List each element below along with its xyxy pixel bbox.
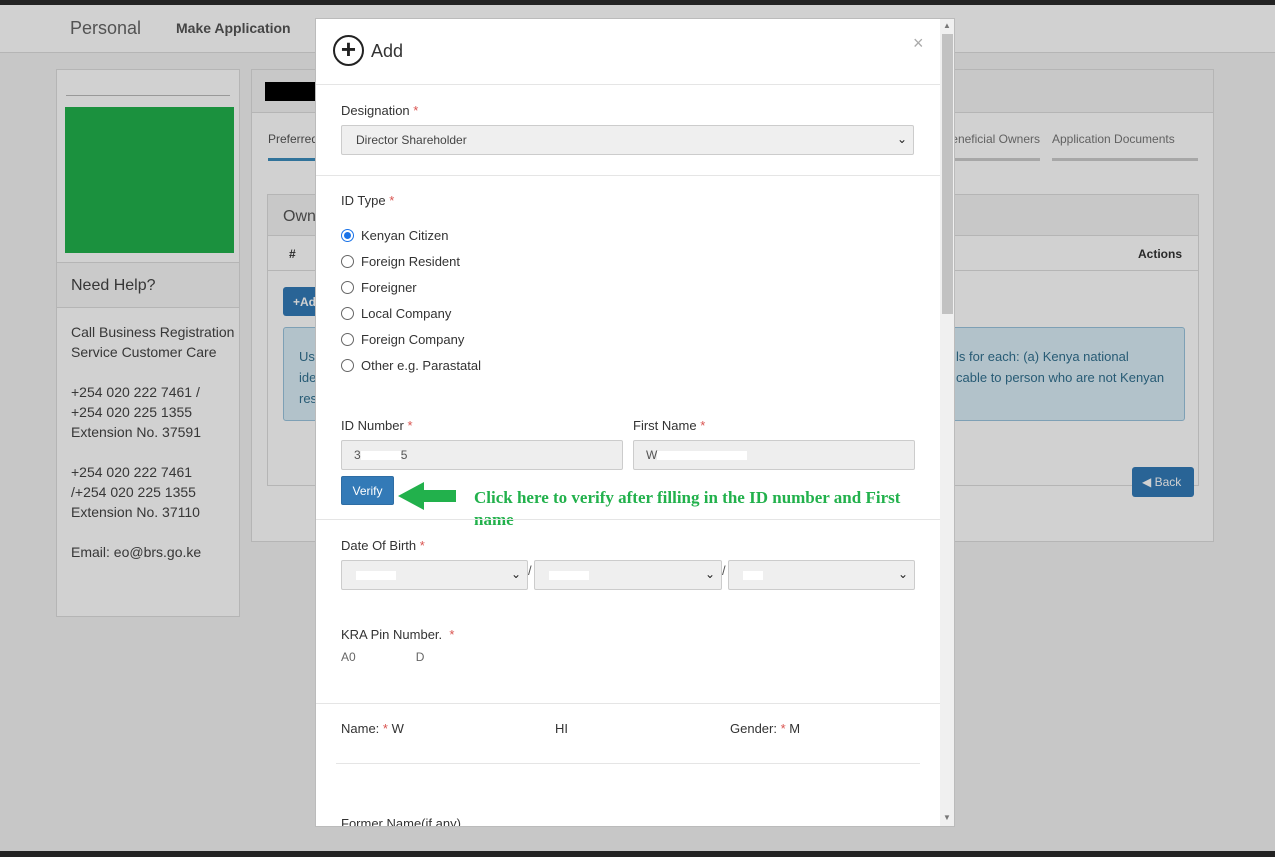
verify-button[interactable]: Verify — [341, 476, 394, 505]
gender-field: Gender: * M — [730, 721, 801, 736]
dob-label: Date Of Birth * — [341, 538, 425, 553]
dob-day-select[interactable]: ⌄ — [728, 560, 915, 590]
chevron-down-icon: ⌄ — [510, 567, 521, 581]
radio-icon[interactable] — [341, 359, 354, 372]
modal-header: + Add × — [316, 19, 940, 85]
dob-month-select[interactable]: ⌄ — [534, 560, 722, 590]
scroll-down-icon[interactable]: ▼ — [943, 813, 951, 822]
verify-annotation: Click here to verify after filling in th… — [474, 488, 901, 529]
redaction-mask — [549, 571, 589, 580]
name-field: Name: * W — [341, 721, 404, 736]
redaction-mask — [360, 451, 401, 460]
radio-icon[interactable] — [341, 307, 354, 320]
id-number-input[interactable]: 35 — [341, 440, 623, 470]
id-type-label: ID Type * — [341, 193, 395, 208]
redaction-mask — [743, 571, 763, 580]
kra-pin-value: A0 D — [341, 650, 425, 664]
radio-icon[interactable] — [341, 281, 354, 294]
chevron-down-icon: ⌄ — [704, 567, 715, 581]
radio-kenyan-citizen[interactable]: Kenyan Citizen — [341, 228, 448, 243]
add-circle-icon: + — [333, 35, 364, 66]
radio-local-company[interactable]: Local Company — [341, 306, 451, 321]
section-divider — [316, 519, 940, 520]
chevron-down-icon: ⌄ — [897, 567, 908, 581]
modal-title: Add — [371, 41, 404, 61]
chevron-down-icon: ⌄ — [896, 132, 907, 146]
name-field-mid: HI — [555, 721, 568, 736]
date-separator: / — [722, 563, 726, 578]
date-separator: / — [528, 563, 532, 578]
kra-pin-label: KRA Pin Number. * — [341, 627, 455, 642]
radio-foreign-resident[interactable]: Foreign Resident — [341, 254, 460, 269]
designation-select[interactable]: Director Shareholder ⌄ — [341, 125, 914, 155]
close-icon[interactable]: × — [913, 33, 924, 54]
redaction-mask — [356, 571, 396, 580]
section-divider — [316, 703, 940, 704]
radio-checked-icon[interactable] — [341, 229, 354, 242]
section-divider — [336, 763, 920, 764]
radio-foreigner[interactable]: Foreigner — [341, 280, 417, 295]
radio-foreign-company[interactable]: Foreign Company — [341, 332, 464, 347]
first-name-input[interactable]: W — [633, 440, 915, 470]
scrollbar-thumb[interactable] — [942, 34, 953, 314]
radio-icon[interactable] — [341, 333, 354, 346]
scroll-up-icon[interactable]: ▲ — [943, 21, 951, 30]
radio-other[interactable]: Other e.g. Parastatal — [341, 358, 481, 373]
modal-scrollbar[interactable]: ▲ ▼ — [940, 19, 954, 826]
radio-icon[interactable] — [341, 255, 354, 268]
designation-label: Designation * — [341, 103, 419, 118]
former-name-label: Former Name(if any) — [341, 816, 461, 827]
dob-year-select[interactable]: ⌄ — [341, 560, 528, 590]
id-number-label: ID Number * — [341, 418, 413, 433]
redaction-mask — [657, 451, 748, 460]
section-divider — [316, 175, 940, 176]
add-modal: + Add × Designation * Director Sharehold… — [315, 18, 955, 827]
first-name-label: First Name * — [633, 418, 706, 433]
green-arrow-icon — [398, 482, 456, 510]
